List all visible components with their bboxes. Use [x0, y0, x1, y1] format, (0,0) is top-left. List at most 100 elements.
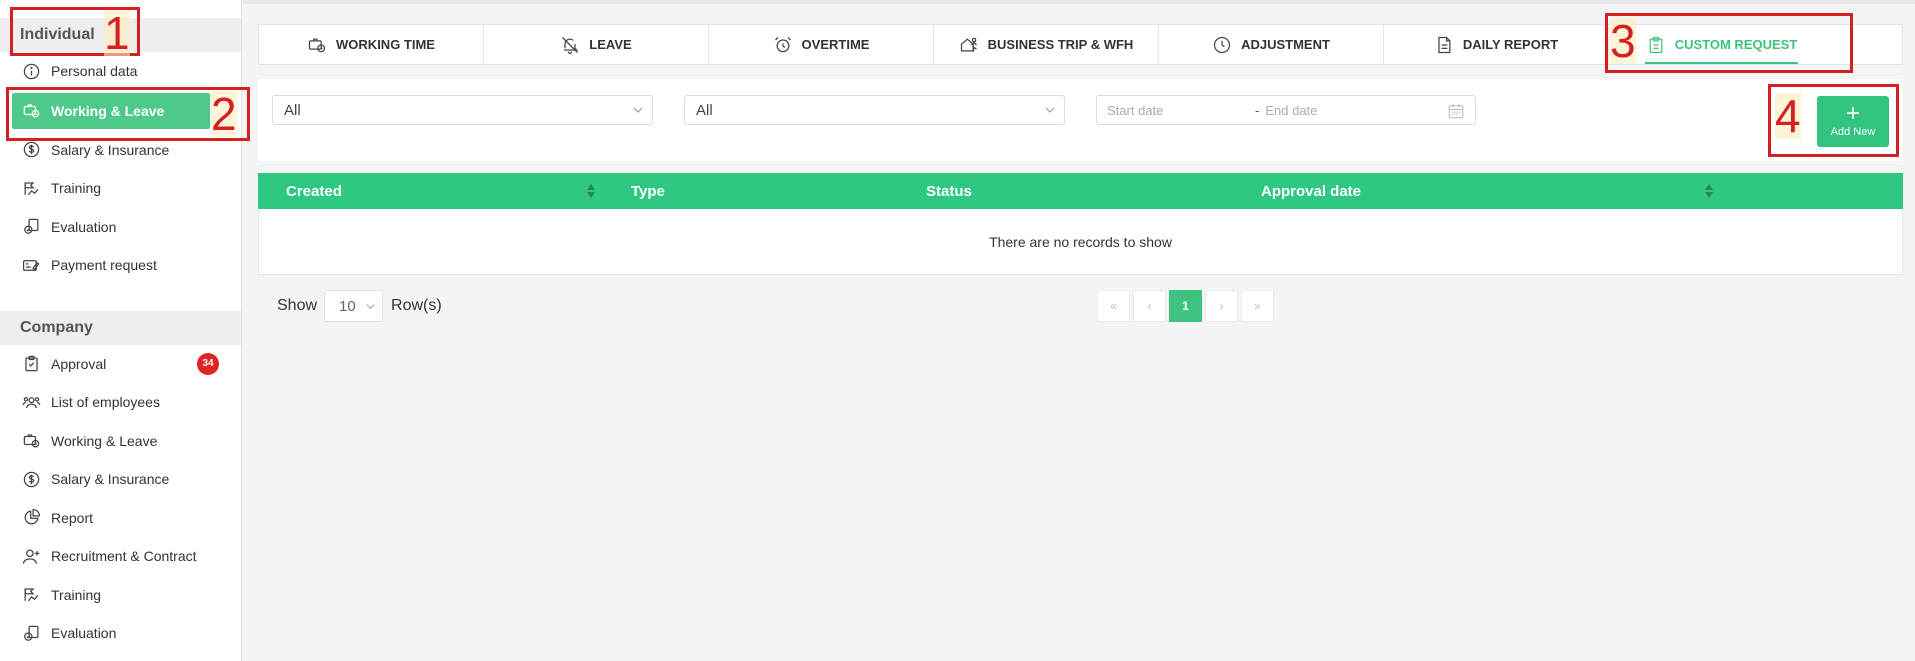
start-date-input[interactable]: Start date: [1107, 103, 1255, 118]
sidebar-item-label: Evaluation: [51, 625, 117, 642]
requests-table: Created Type Status Approval date There …: [258, 173, 1903, 275]
sidebar-item-label: Recruitment & Contract: [51, 548, 197, 565]
evaluation-icon: [20, 622, 42, 644]
select-value: All: [284, 101, 301, 119]
clipboard-check-icon: [20, 353, 42, 375]
end-date-input[interactable]: End date: [1265, 103, 1317, 118]
sidebar-item-company-working-leave[interactable]: Working & Leave: [0, 422, 241, 461]
tab-overtime[interactable]: OVERTIME: [709, 25, 934, 64]
calendar-icon[interactable]: [1447, 102, 1465, 120]
bell-off-icon: [560, 35, 580, 55]
tab-label: DAILY REPORT: [1462, 37, 1559, 52]
evaluation-icon: [20, 216, 42, 238]
annotation-number-1: 1: [104, 7, 130, 59]
sidebar-item-company-evaluation[interactable]: Evaluation: [0, 614, 241, 653]
rows-value: 10: [339, 297, 356, 315]
column-header-created[interactable]: Created: [286, 173, 342, 209]
approval-count-badge: 34: [197, 352, 219, 375]
tab-label: OVERTIME: [801, 37, 870, 52]
user-plus-icon: [20, 545, 42, 567]
table-header: Created Type Status Approval date: [258, 173, 1903, 209]
sidebar-item-company-salary-insurance[interactable]: Salary & Insurance: [0, 460, 241, 499]
payment-icon: [20, 254, 42, 276]
tab-daily-report[interactable]: DAILY REPORT: [1384, 25, 1609, 64]
users-icon: [20, 391, 42, 413]
column-header-type: Type: [631, 182, 665, 200]
current-page-button[interactable]: 1: [1169, 290, 1202, 322]
sidebar-item-label: Training: [51, 180, 102, 197]
tab-working-time[interactable]: WORKING TIME: [259, 25, 484, 64]
training-icon: [20, 584, 42, 606]
filter-panel: All All Start date - End date + Add New: [258, 79, 1903, 161]
column-header-approval-date[interactable]: Approval date: [1261, 173, 1361, 209]
sort-icon[interactable]: [586, 183, 596, 199]
show-label: Show: [277, 297, 318, 314]
home-run-icon: [959, 35, 979, 55]
tab-adjustment[interactable]: ADJUSTMENT: [1159, 25, 1384, 64]
tab-custom-request[interactable]: CUSTOM REQUEST: [1609, 25, 1834, 64]
empty-table-message: There are no records to show: [258, 209, 1903, 275]
dollar-circle-icon: [20, 468, 42, 490]
rows-per-page-select[interactable]: 10: [324, 290, 384, 322]
briefcase-clock-icon: [307, 35, 327, 55]
sidebar-item-label: Salary & Insurance: [51, 141, 170, 158]
rows-per-page: Show 10 Row(s): [277, 290, 442, 322]
sidebar: Individual Personal data Working & Leave…: [0, 0, 242, 661]
add-new-label: Add New: [1830, 126, 1876, 138]
annotation-number-3: 3: [1610, 15, 1636, 67]
tab-label: ADJUSTMENT: [1241, 37, 1330, 52]
next-page-button[interactable]: ›: [1205, 290, 1238, 322]
sidebar-item-label: Salary & Insurance: [51, 471, 170, 488]
sidebar-item-list-of-employees[interactable]: List of employees: [0, 383, 241, 422]
rows-label: Row(s): [391, 297, 442, 314]
clock-icon: [1212, 35, 1232, 55]
last-page-button[interactable]: »: [1241, 290, 1274, 322]
sort-icon[interactable]: [1704, 183, 1714, 199]
sidebar-item-company-training[interactable]: Training: [0, 576, 241, 615]
sidebar-item-payment-request[interactable]: Payment request: [0, 246, 241, 285]
tab-label: BUSINESS TRIP & WFH: [987, 37, 1134, 52]
sidebar-item-training[interactable]: Training: [0, 169, 241, 208]
column-header-status: Status: [926, 182, 972, 200]
alarm-icon: [773, 35, 793, 55]
first-page-button[interactable]: «: [1097, 290, 1130, 322]
plus-icon: +: [1845, 100, 1860, 127]
sidebar-item-label: Approval: [51, 355, 107, 372]
sidebar-item-evaluation[interactable]: Evaluation: [0, 208, 241, 247]
briefcase-clock-icon: [20, 100, 42, 122]
sidebar-item-report[interactable]: Report: [0, 499, 241, 538]
sidebar-item-salary-insurance[interactable]: Salary & Insurance: [0, 131, 241, 170]
request-tabs: WORKING TIME LEAVE OVERTIME BUSINESS TRI…: [258, 24, 1903, 65]
section-title-company: Company: [0, 310, 241, 345]
dollar-circle-icon: [20, 139, 42, 161]
sidebar-item-working-leave[interactable]: Working & Leave: [12, 92, 210, 129]
select-value: All: [696, 101, 713, 119]
chevron-down-icon: [1045, 107, 1055, 113]
sidebar-item-label: List of employees: [51, 394, 160, 411]
chevron-down-icon: [633, 107, 643, 113]
sidebar-item-label: Working & Leave: [51, 102, 165, 119]
previous-page-button[interactable]: ‹: [1133, 290, 1166, 322]
filter-select-2[interactable]: All: [684, 95, 1065, 125]
tab-label: WORKING TIME: [336, 37, 435, 52]
date-range-picker[interactable]: Start date - End date: [1096, 95, 1476, 125]
tab-label: CUSTOM REQUEST: [1674, 37, 1798, 52]
filter-select-1[interactable]: All: [272, 95, 653, 125]
sidebar-item-label: Payment request: [51, 257, 157, 274]
briefcase-clock-icon: [20, 430, 42, 452]
clipboard-icon: [1646, 35, 1666, 55]
annotation-number-4: 4: [1775, 90, 1801, 142]
sidebar-item-approval[interactable]: Approval 34: [0, 345, 241, 384]
sidebar-item-recruitment-contract[interactable]: Recruitment & Contract: [0, 537, 241, 576]
top-bar: [243, 0, 1915, 4]
tab-business-trip-wfh[interactable]: BUSINESS TRIP & WFH: [934, 25, 1159, 64]
add-new-button[interactable]: + Add New: [1817, 96, 1889, 147]
tab-leave[interactable]: LEAVE: [484, 25, 709, 64]
tab-label: LEAVE: [589, 37, 632, 52]
sidebar-item-label: Evaluation: [51, 218, 117, 235]
sidebar-item-label: Training: [51, 586, 102, 603]
training-icon: [20, 177, 42, 199]
chevron-down-icon: [366, 304, 375, 310]
pagination: « ‹ 1 › »: [1097, 290, 1274, 322]
date-separator: -: [1255, 102, 1260, 118]
